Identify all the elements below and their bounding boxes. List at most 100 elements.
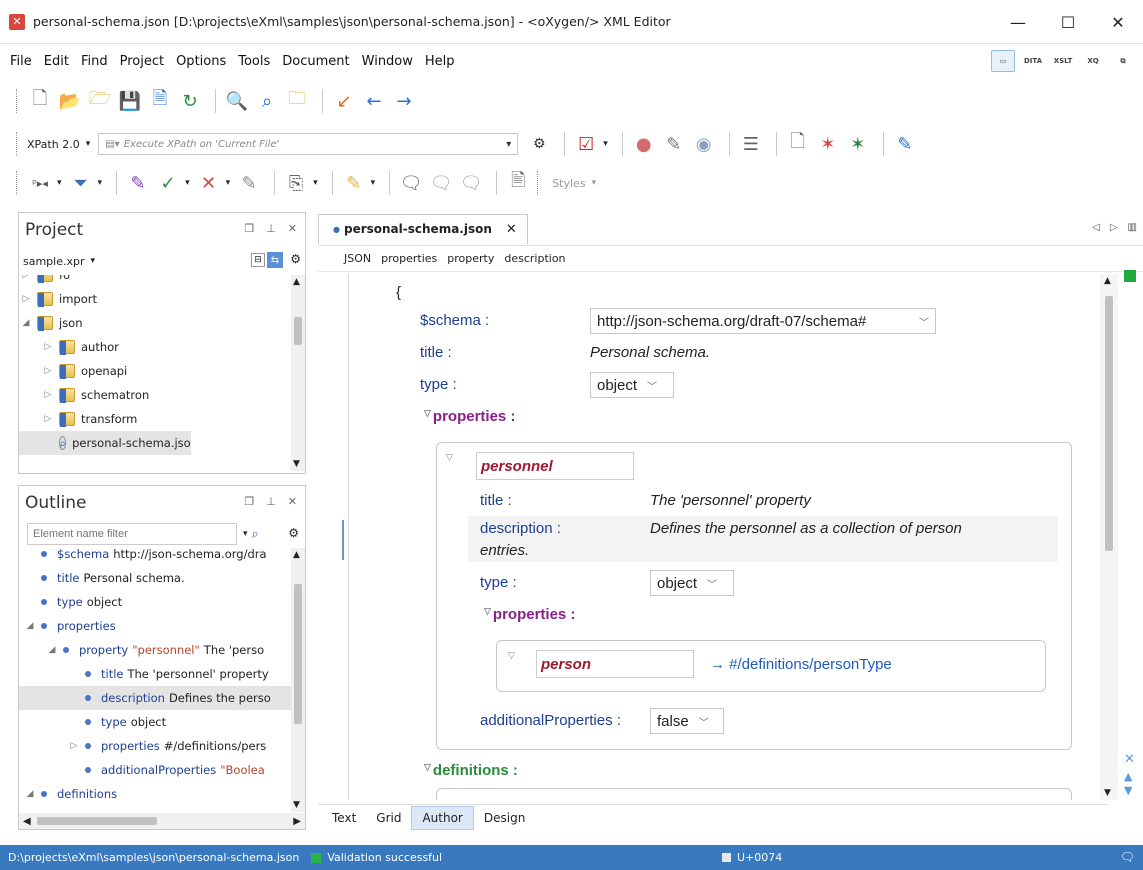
save-all-icon[interactable]: 🗎 <box>147 88 173 114</box>
editor-scrollbar[interactable]: ▲ ▼ <box>1100 274 1118 800</box>
menu-options[interactable]: Options <box>176 54 226 69</box>
breadcrumb-property[interactable]: property <box>447 252 494 265</box>
open-url-icon[interactable]: 🗁 <box>87 88 113 114</box>
breadcrumb-json[interactable]: JSON <box>344 252 371 265</box>
chevron-down-icon[interactable]: ▾ <box>371 178 376 188</box>
styles-dropdown[interactable]: Styles <box>552 177 585 190</box>
scroll-left-icon[interactable]: ◀ <box>23 816 31 827</box>
tree-item-import[interactable]: ▷ import <box>19 287 291 311</box>
outline-item[interactable]: title The 'personnel' property <box>19 662 291 686</box>
track-changes-icon[interactable]: ✎ <box>125 170 151 196</box>
xpath-input[interactable]: ▤▾ Execute XPath on 'Current File' ▾ <box>98 133 519 155</box>
mode-tab-grid[interactable]: Grid <box>366 807 411 829</box>
outline-item[interactable]: ◢ definitions <box>19 782 291 806</box>
expand-arrow-icon[interactable]: ▷ <box>19 294 33 304</box>
maximize-button[interactable]: ☐ <box>1043 0 1093 44</box>
outline-item[interactable]: description Defines the perso <box>19 686 291 710</box>
scroll-up-icon[interactable]: ▲ <box>293 277 300 287</box>
replace-in-files-icon[interactable]: 🗀 <box>284 88 310 114</box>
collapse-triangle-icon[interactable]: ▽ <box>508 650 515 661</box>
toolbar-grip[interactable] <box>537 171 540 195</box>
scroll-up-icon[interactable]: ▲ <box>1104 276 1111 286</box>
tree-item-personal-schema[interactable]: ρ personal-schema.json <box>19 431 191 455</box>
next-marker-icon[interactable]: ▼ <box>1124 784 1132 797</box>
scroll-up-icon[interactable]: ▲ <box>293 550 300 560</box>
tree-item-json[interactable]: ◢ json <box>19 311 291 335</box>
scrollbar-thumb[interactable] <box>294 584 302 724</box>
outline-item[interactable]: additionalProperties "Boolea <box>19 758 291 782</box>
person-name-field[interactable]: person <box>536 650 694 678</box>
close-tab-icon[interactable]: ✕ <box>506 222 517 237</box>
personnel-description-continued[interactable]: entries. <box>480 542 529 559</box>
personnel-type-combo[interactable]: object ﹀ <box>650 570 734 596</box>
collapse-triangle-icon[interactable]: ▽ <box>424 408 431 418</box>
apply-transformation-icon[interactable]: ● <box>631 131 657 157</box>
tree-item-author[interactable]: ▷ author <box>19 335 291 359</box>
project-settings-gear-icon[interactable]: ⚙ <box>290 252 301 266</box>
remove-comment-icon[interactable]: 🗨 <box>458 170 484 196</box>
chevron-down-icon[interactable]: ▾ <box>185 178 190 188</box>
menu-file[interactable]: File <box>10 54 32 69</box>
chevron-down-icon[interactable]: ﹀ <box>707 576 717 591</box>
highlight-icon[interactable]: ✎ <box>341 170 367 196</box>
chevron-down-icon[interactable]: ▾ <box>98 178 103 188</box>
filter-icon[interactable]: ⏷ <box>68 170 94 196</box>
scrollbar-thumb[interactable] <box>37 817 157 825</box>
chevron-down-icon[interactable]: ▾ <box>592 178 597 188</box>
author-content[interactable]: { $schema : http://json-schema.org/draft… <box>318 274 1108 800</box>
properties-section[interactable]: ▽ properties : <box>424 408 515 425</box>
expand-arrow-icon[interactable]: ▷ <box>19 275 33 280</box>
back-arrow-icon[interactable]: ← <box>361 88 387 114</box>
type-value-combo[interactable]: object ﹀ <box>590 372 674 398</box>
expand-arrow-icon[interactable]: ◢ <box>45 645 59 655</box>
menu-window[interactable]: Window <box>362 54 413 69</box>
xpath-version-select[interactable]: XPath 2.0 <box>27 138 80 151</box>
database-perspective-button[interactable]: ⧉ <box>1111 50 1135 72</box>
toolbar-grip[interactable] <box>16 171 19 195</box>
expand-arrow-icon[interactable]: ▷ <box>41 342 55 352</box>
xquery-perspective-button[interactable]: XQ <box>1081 50 1105 72</box>
collapse-arrow-icon[interactable]: ◢ <box>19 318 33 328</box>
editor-tab-personal-schema[interactable]: ● personal-schema.json ✕ <box>318 213 528 244</box>
definitions-section[interactable]: ▽ definitions : <box>424 762 518 779</box>
validation-status-text[interactable]: Validation successful <box>327 851 442 864</box>
link-with-editor-icon[interactable]: ⇆ <box>267 252 283 268</box>
close-panel-icon[interactable]: ✕ <box>288 495 297 508</box>
comment-icon[interactable]: ✎ <box>236 170 262 196</box>
menu-edit[interactable]: Edit <box>44 54 69 69</box>
menu-project[interactable]: Project <box>120 54 164 69</box>
debug-icon[interactable]: ◉ <box>691 131 717 157</box>
outline-item[interactable]: type object <box>19 590 291 614</box>
pin-panel-icon[interactable]: ⊥ <box>266 222 276 235</box>
accept-change-icon[interactable]: ✓ <box>155 170 181 196</box>
xslt-perspective-button[interactable]: XSLT <box>1051 50 1075 72</box>
outline-item[interactable]: ▷ properties #/definitions/pers <box>19 734 291 758</box>
editor-perspective-button[interactable]: ▭ <box>991 50 1015 72</box>
toolbar-grip[interactable] <box>16 132 19 156</box>
edit-document-icon[interactable]: ✎ <box>892 131 918 157</box>
format-indent-icon[interactable]: ☰ <box>738 131 764 157</box>
scrollbar-thumb[interactable] <box>1105 296 1113 551</box>
chevron-down-icon[interactable]: ▾ <box>243 529 248 539</box>
collapse-triangle-icon[interactable]: ▽ <box>446 452 453 463</box>
tree-item-fo[interactable]: ▷ fo <box>19 275 291 287</box>
close-find-icon[interactable]: ✕ <box>1124 752 1135 767</box>
scroll-down-icon[interactable]: ▼ <box>293 459 300 469</box>
pin-panel-icon[interactable]: ⊥ <box>266 495 276 508</box>
chevron-down-icon[interactable]: ▾ <box>313 178 318 188</box>
search-icon[interactable]: ⌕ <box>252 527 259 542</box>
restore-panel-icon[interactable]: ❐ <box>244 222 254 235</box>
personnel-name-field[interactable]: personnel <box>476 452 634 480</box>
outline-item[interactable]: ◢ properties <box>19 614 291 638</box>
outline-item[interactable]: ◢ property "personnel" The 'perso <box>19 638 291 662</box>
mode-tab-text[interactable]: Text <box>322 807 366 829</box>
chevron-down-icon[interactable]: ▾ <box>86 139 91 149</box>
outline-item[interactable]: $schema http://json-schema.org/dra <box>19 548 291 566</box>
expand-arrow-icon[interactable]: ▷ <box>41 390 55 400</box>
expand-arrow-icon[interactable]: ▷ <box>67 741 81 751</box>
xpath-history-icon[interactable]: ▤▾ <box>105 139 119 150</box>
additional-properties-combo[interactable]: false ﹀ <box>650 708 724 734</box>
outline-item[interactable]: type object <box>19 710 291 734</box>
scroll-down-icon[interactable]: ▼ <box>293 800 300 810</box>
breadcrumb-description[interactable]: description <box>504 252 565 265</box>
